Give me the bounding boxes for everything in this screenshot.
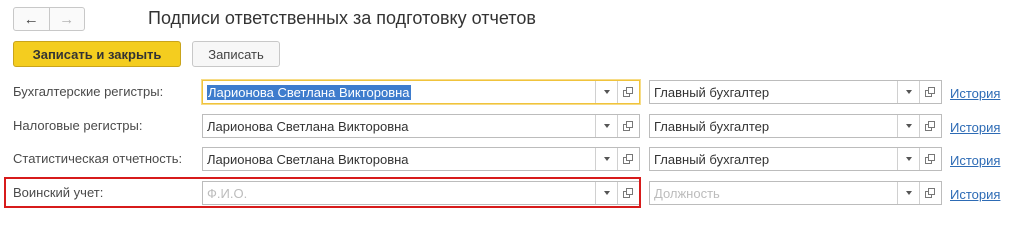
navigation-buttons: ← → [13,7,85,31]
person-field[interactable]: Ларионова Светлана Викторовна [202,80,640,104]
person-value: Ларионова Светлана Викторовна [207,84,411,100]
open-button[interactable] [919,182,941,204]
save-and-close-button[interactable]: Записать и закрыть [13,41,181,67]
position-field[interactable]: Главный бухгалтер [649,147,942,171]
dropdown-arrow-icon [905,90,912,94]
row-accounting-registers: Бухгалтерские регистры: Ларионова Светла… [0,78,1024,106]
dropdown-button[interactable] [595,148,617,170]
position-value: Главный бухгалтер [654,151,770,167]
dropdown-button[interactable] [595,115,617,137]
open-button[interactable] [919,148,941,170]
open-button[interactable] [617,148,639,170]
open-button[interactable] [617,115,639,137]
person-value: Ларионова Светлана Викторовна [207,151,409,167]
open-form-icon [925,86,936,98]
position-field[interactable]: Должность [649,181,942,205]
person-value: Ларионова Светлана Викторовна [207,118,409,134]
arrow-left-icon: ← [23,10,39,28]
position-value: Главный бухгалтер [654,118,770,134]
open-form-icon [925,120,936,132]
open-button[interactable] [919,115,941,137]
open-form-icon [925,187,936,199]
row-label: Бухгалтерские регистры: [13,84,164,99]
highlight-box [4,177,641,208]
open-form-icon [925,153,936,165]
row-label: Налоговые регистры: [13,118,143,133]
dropdown-button[interactable] [897,81,919,103]
dropdown-button[interactable] [897,182,919,204]
row-statistical-reporting: Статистическая отчетность: Ларионова Све… [0,145,1024,173]
person-field[interactable]: Ларионова Светлана Викторовна [202,147,640,171]
position-field[interactable]: Главный бухгалтер [649,80,942,104]
dropdown-arrow-icon [603,157,610,161]
save-button[interactable]: Записать [192,41,280,67]
history-link[interactable]: История [950,153,1000,168]
position-field[interactable]: Главный бухгалтер [649,114,942,138]
forward-button[interactable]: → [50,8,85,30]
open-form-icon [623,120,634,132]
position-value: Главный бухгалтер [654,84,770,100]
row-tax-registers: Налоговые регистры: Ларионова Светлана В… [0,112,1024,140]
arrow-right-icon: → [59,10,75,28]
person-field[interactable]: Ларионова Светлана Викторовна [202,114,640,138]
open-form-icon [623,86,634,98]
dropdown-arrow-icon [905,157,912,161]
history-link[interactable]: История [950,120,1000,135]
back-button[interactable]: ← [14,8,50,30]
open-button[interactable] [919,81,941,103]
position-placeholder: Должность [654,185,720,201]
dropdown-arrow-icon [905,191,912,195]
dropdown-button[interactable] [897,115,919,137]
open-form-icon [623,153,634,165]
dropdown-button[interactable] [595,81,617,103]
dropdown-arrow-icon [603,90,610,94]
row-label: Статистическая отчетность: [13,151,183,166]
open-button[interactable] [617,81,639,103]
page-title: Подписи ответственных за подготовку отче… [148,8,536,28]
dropdown-arrow-icon [603,124,610,128]
history-link[interactable]: История [950,86,1000,101]
history-link[interactable]: История [950,187,1000,202]
dropdown-button[interactable] [897,148,919,170]
dropdown-arrow-icon [905,124,912,128]
